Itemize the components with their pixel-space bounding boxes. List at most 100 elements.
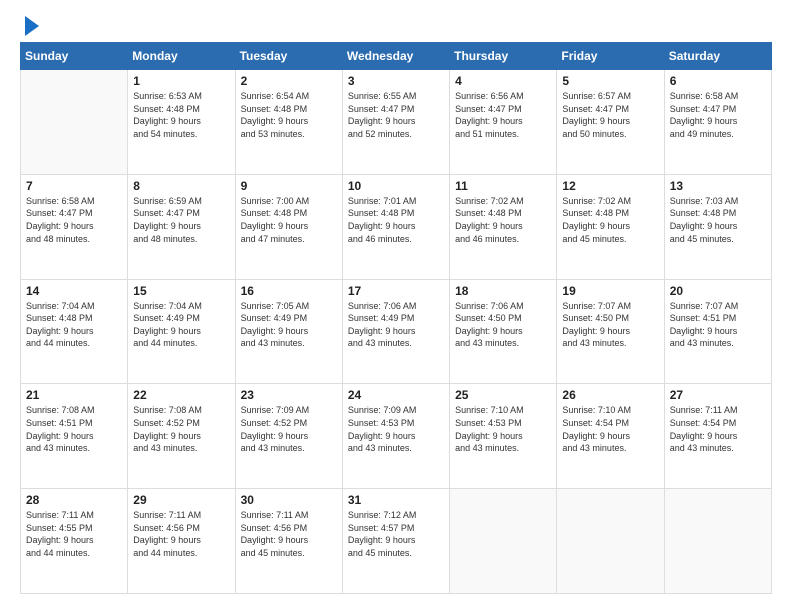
day-info: Sunrise: 6:53 AM Sunset: 4:48 PM Dayligh… [133,90,229,140]
day-info: Sunrise: 7:11 AM Sunset: 4:55 PM Dayligh… [26,509,122,559]
calendar-week-row: 14 Sunrise: 7:04 AM Sunset: 4:48 PM Dayli… [21,279,772,384]
day-number: 10 [348,179,444,193]
calendar-week-row: 7 Sunrise: 6:58 AM Sunset: 4:47 PM Daylig… [21,174,772,279]
day-number: 2 [241,74,337,88]
day-info: Sunrise: 7:08 AM Sunset: 4:51 PM Dayligh… [26,404,122,454]
calendar-cell [664,489,771,594]
day-number: 15 [133,284,229,298]
calendar-cell: 30Sunrise: 7:11 AM Sunset: 4:56 PM Dayli… [235,489,342,594]
day-info: Sunrise: 6:56 AM Sunset: 4:47 PM Dayligh… [455,90,551,140]
calendar-cell: 1 Sunrise: 6:53 AM Sunset: 4:48 PM Daylig… [128,70,235,175]
calendar-cell: 19 Sunrise: 7:07 AM Sunset: 4:50 PM Dayli… [557,279,664,384]
day-number: 14 [26,284,122,298]
day-number: 9 [241,179,337,193]
calendar-cell: 24 Sunrise: 7:09 AM Sunset: 4:53 PM Dayli… [342,384,449,489]
logo [20,18,39,32]
day-info: Sunrise: 6:58 AM Sunset: 4:47 PM Dayligh… [670,90,766,140]
day-number: 8 [133,179,229,193]
day-number: 7 [26,179,122,193]
calendar-cell: 27 Sunrise: 7:11 AM Sunset: 4:54 PM Dayli… [664,384,771,489]
day-number: 26 [562,388,658,402]
day-info: Sunrise: 7:01 AM Sunset: 4:48 PM Dayligh… [348,195,444,245]
calendar-week-row: 21 Sunrise: 7:08 AM Sunset: 4:51 PM Dayli… [21,384,772,489]
calendar-day-header: Friday [557,43,664,70]
calendar-cell: 16 Sunrise: 7:05 AM Sunset: 4:49 PM Dayli… [235,279,342,384]
day-number: 20 [670,284,766,298]
calendar-cell: 7 Sunrise: 6:58 AM Sunset: 4:47 PM Daylig… [21,174,128,279]
calendar-cell: 13Sunrise: 7:03 AM Sunset: 4:48 PM Dayli… [664,174,771,279]
day-info: Sunrise: 6:54 AM Sunset: 4:48 PM Dayligh… [241,90,337,140]
calendar-day-header: Sunday [21,43,128,70]
day-info: Sunrise: 7:02 AM Sunset: 4:48 PM Dayligh… [455,195,551,245]
calendar-cell: 9Sunrise: 7:00 AM Sunset: 4:48 PM Daylig… [235,174,342,279]
calendar-day-header: Thursday [450,43,557,70]
calendar-cell: 26 Sunrise: 7:10 AM Sunset: 4:54 PM Dayli… [557,384,664,489]
day-info: Sunrise: 7:06 AM Sunset: 4:50 PM Dayligh… [455,300,551,350]
calendar-cell: 4 Sunrise: 6:56 AM Sunset: 4:47 PM Daylig… [450,70,557,175]
calendar-cell: 25Sunrise: 7:10 AM Sunset: 4:53 PM Dayli… [450,384,557,489]
day-info: Sunrise: 6:59 AM Sunset: 4:47 PM Dayligh… [133,195,229,245]
calendar-cell: 20 Sunrise: 7:07 AM Sunset: 4:51 PM Dayli… [664,279,771,384]
day-number: 28 [26,493,122,507]
day-info: Sunrise: 6:57 AM Sunset: 4:47 PM Dayligh… [562,90,658,140]
day-number: 5 [562,74,658,88]
calendar-cell: 3 Sunrise: 6:55 AM Sunset: 4:47 PM Daylig… [342,70,449,175]
day-number: 27 [670,388,766,402]
day-number: 11 [455,179,551,193]
day-info: Sunrise: 7:09 AM Sunset: 4:52 PM Dayligh… [241,404,337,454]
calendar-week-row: 1 Sunrise: 6:53 AM Sunset: 4:48 PM Daylig… [21,70,772,175]
day-number: 13 [670,179,766,193]
day-number: 21 [26,388,122,402]
day-info: Sunrise: 7:06 AM Sunset: 4:49 PM Dayligh… [348,300,444,350]
day-info: Sunrise: 7:07 AM Sunset: 4:51 PM Dayligh… [670,300,766,350]
day-info: Sunrise: 7:11 AM Sunset: 4:54 PM Dayligh… [670,404,766,454]
header [20,18,772,32]
calendar-cell: 18 Sunrise: 7:06 AM Sunset: 4:50 PM Dayli… [450,279,557,384]
calendar-day-header: Saturday [664,43,771,70]
calendar-cell: 2 Sunrise: 6:54 AM Sunset: 4:48 PM Daylig… [235,70,342,175]
day-number: 19 [562,284,658,298]
calendar-cell: 28 Sunrise: 7:11 AM Sunset: 4:55 PM Dayli… [21,489,128,594]
calendar-cell: 21 Sunrise: 7:08 AM Sunset: 4:51 PM Dayli… [21,384,128,489]
calendar-cell: 29Sunrise: 7:11 AM Sunset: 4:56 PM Dayli… [128,489,235,594]
calendar-cell [450,489,557,594]
day-number: 4 [455,74,551,88]
calendar-day-header: Tuesday [235,43,342,70]
calendar-table: SundayMondayTuesdayWednesdayThursdayFrid… [20,42,772,594]
calendar-cell: 12Sunrise: 7:02 AM Sunset: 4:48 PM Dayli… [557,174,664,279]
day-number: 3 [348,74,444,88]
day-info: Sunrise: 7:05 AM Sunset: 4:49 PM Dayligh… [241,300,337,350]
day-number: 17 [348,284,444,298]
calendar-header-row: SundayMondayTuesdayWednesdayThursdayFrid… [21,43,772,70]
page: SundayMondayTuesdayWednesdayThursdayFrid… [0,0,792,612]
day-info: Sunrise: 7:09 AM Sunset: 4:53 PM Dayligh… [348,404,444,454]
calendar-cell [557,489,664,594]
calendar-cell: 23Sunrise: 7:09 AM Sunset: 4:52 PM Dayli… [235,384,342,489]
calendar-cell: 22 Sunrise: 7:08 AM Sunset: 4:52 PM Dayli… [128,384,235,489]
calendar-cell: 5 Sunrise: 6:57 AM Sunset: 4:47 PM Daylig… [557,70,664,175]
calendar-cell: 11 Sunrise: 7:02 AM Sunset: 4:48 PM Dayli… [450,174,557,279]
day-number: 22 [133,388,229,402]
day-info: Sunrise: 6:58 AM Sunset: 4:47 PM Dayligh… [26,195,122,245]
day-info: Sunrise: 7:10 AM Sunset: 4:53 PM Dayligh… [455,404,551,454]
day-info: Sunrise: 7:04 AM Sunset: 4:48 PM Dayligh… [26,300,122,350]
day-info: Sunrise: 6:55 AM Sunset: 4:47 PM Dayligh… [348,90,444,140]
day-number: 1 [133,74,229,88]
day-info: Sunrise: 7:10 AM Sunset: 4:54 PM Dayligh… [562,404,658,454]
day-number: 16 [241,284,337,298]
day-number: 18 [455,284,551,298]
calendar-cell: 15Sunrise: 7:04 AM Sunset: 4:49 PM Dayli… [128,279,235,384]
logo-triangle-icon [23,16,39,36]
calendar-cell [21,70,128,175]
day-info: Sunrise: 7:08 AM Sunset: 4:52 PM Dayligh… [133,404,229,454]
day-info: Sunrise: 7:07 AM Sunset: 4:50 PM Dayligh… [562,300,658,350]
calendar-cell: 10 Sunrise: 7:01 AM Sunset: 4:48 PM Dayli… [342,174,449,279]
calendar-cell: 8 Sunrise: 6:59 AM Sunset: 4:47 PM Daylig… [128,174,235,279]
calendar-cell: 17 Sunrise: 7:06 AM Sunset: 4:49 PM Dayli… [342,279,449,384]
calendar-day-header: Monday [128,43,235,70]
day-number: 24 [348,388,444,402]
calendar-day-header: Wednesday [342,43,449,70]
day-info: Sunrise: 7:12 AM Sunset: 4:57 PM Dayligh… [348,509,444,559]
day-info: Sunrise: 7:11 AM Sunset: 4:56 PM Dayligh… [241,509,337,559]
calendar-cell: 31Sunrise: 7:12 AM Sunset: 4:57 PM Dayli… [342,489,449,594]
